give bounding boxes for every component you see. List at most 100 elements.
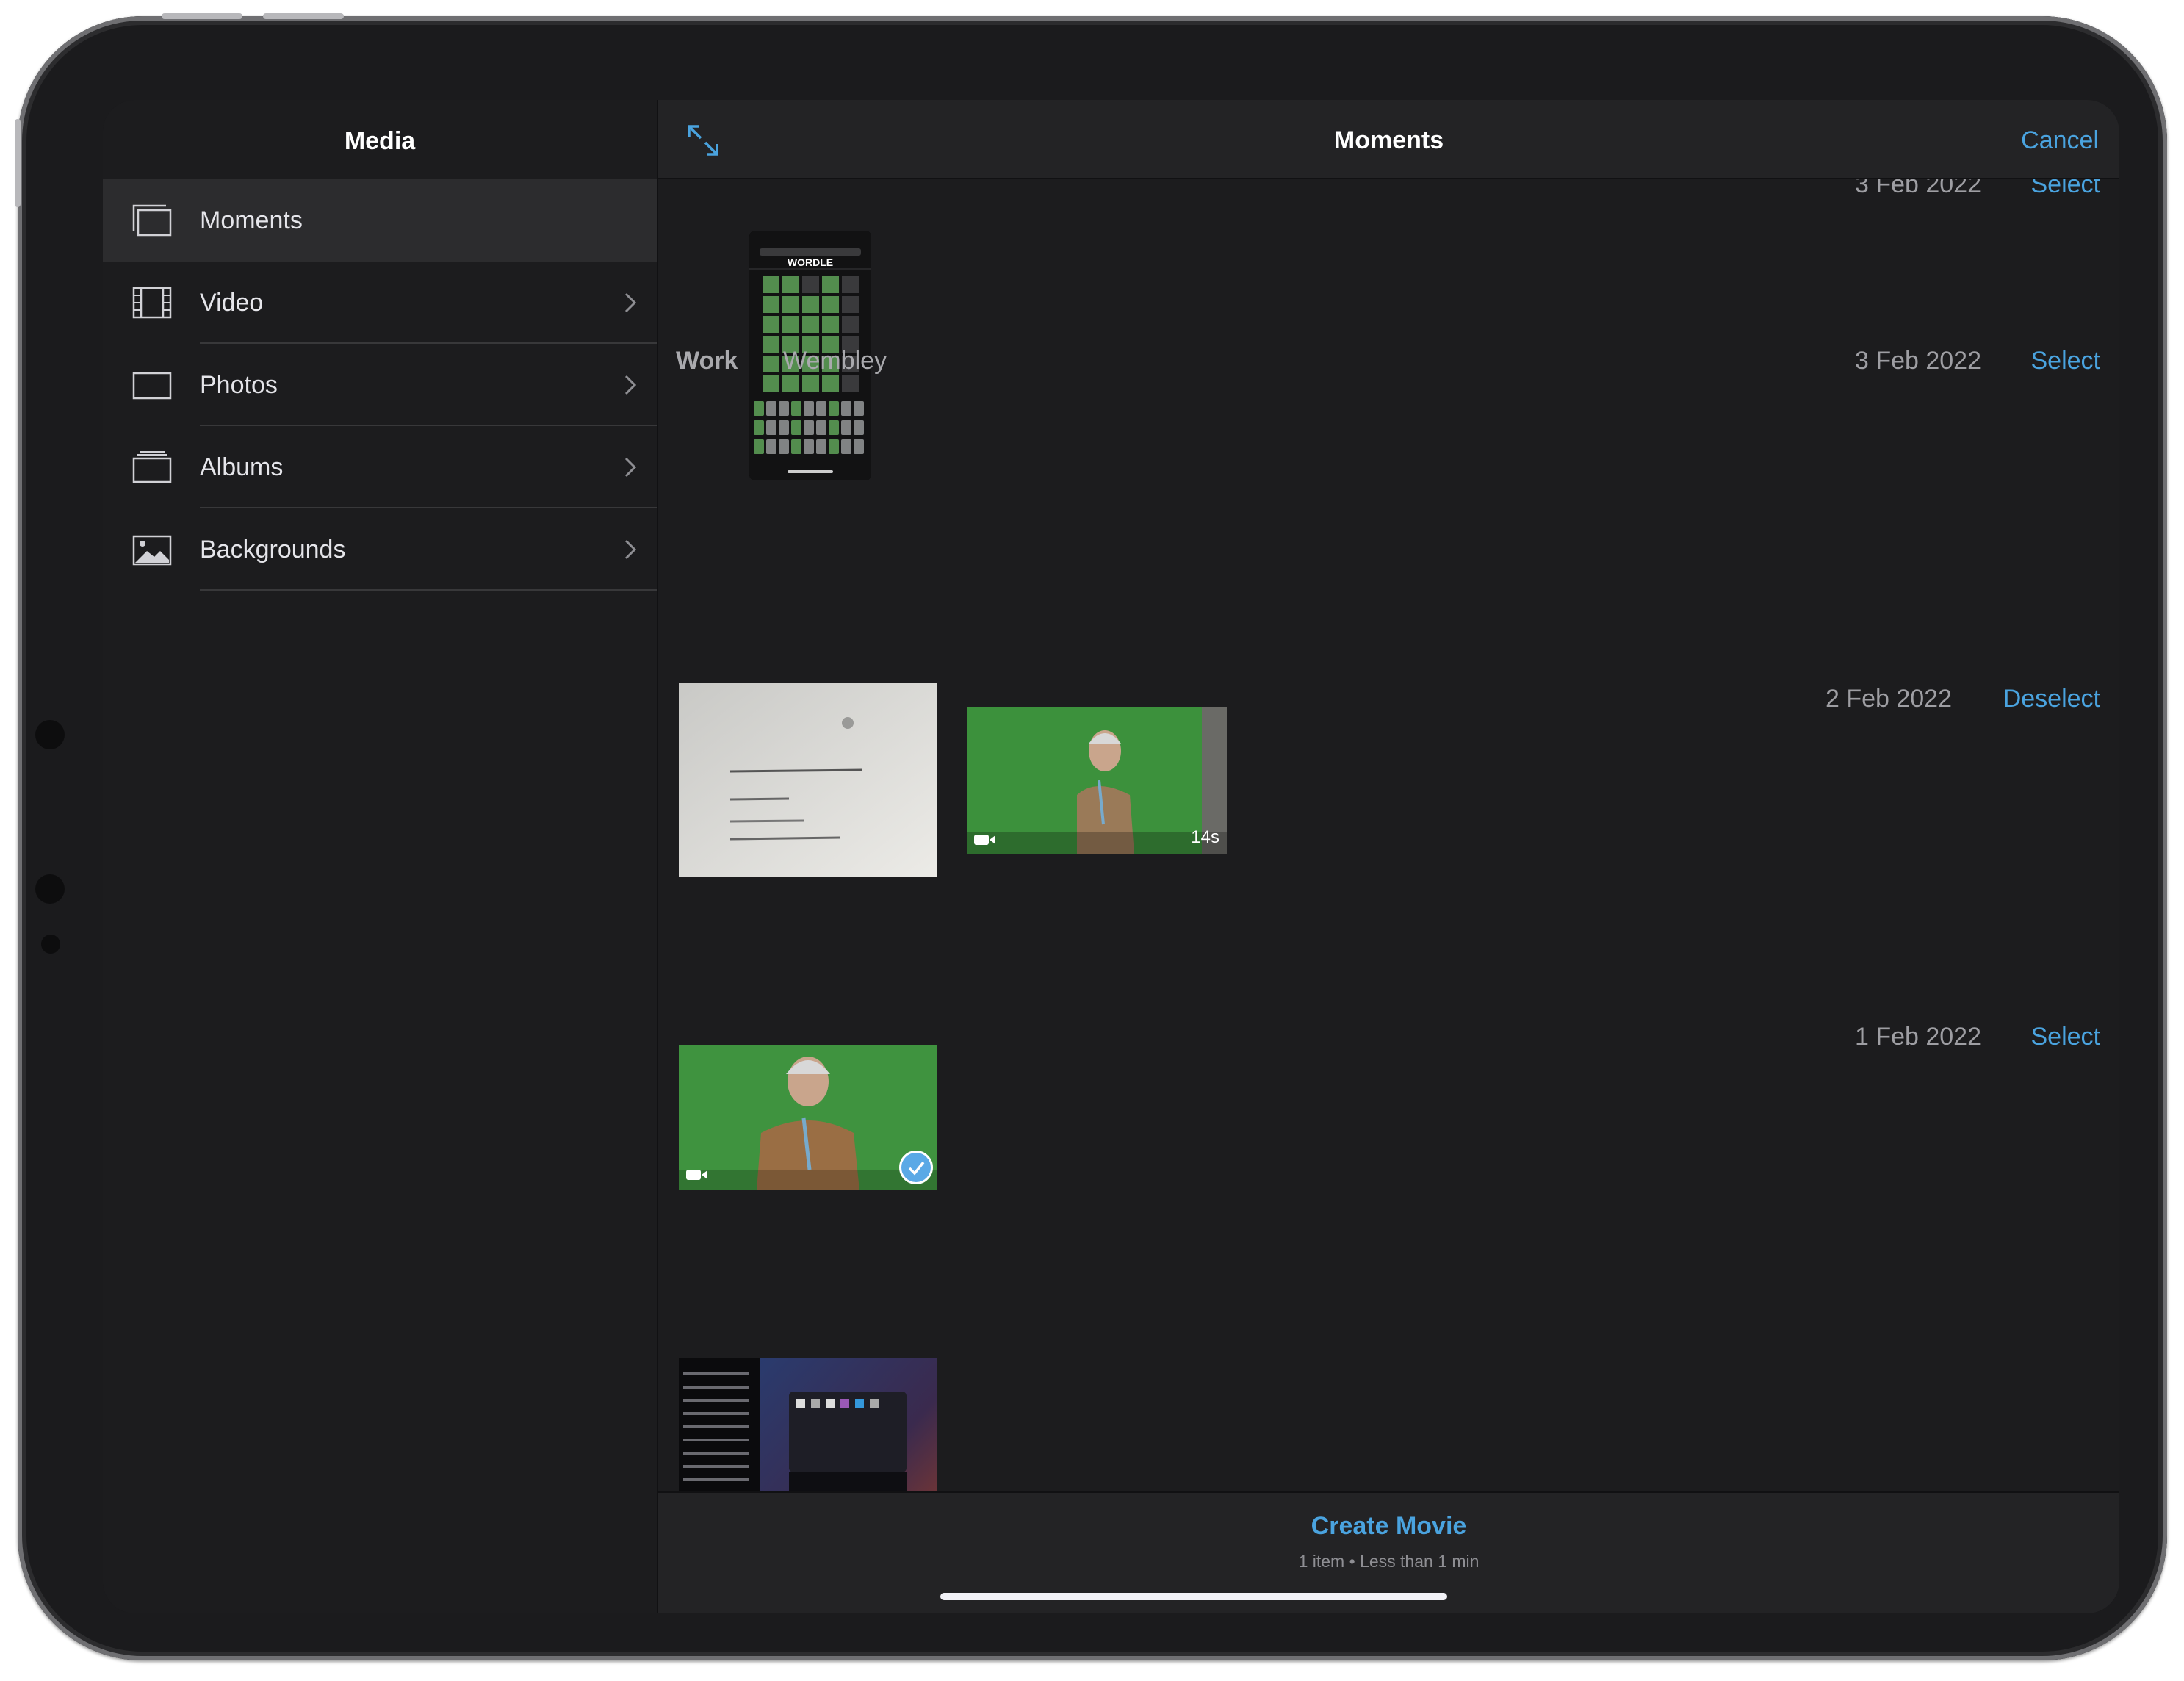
location-secondary: Wembley — [783, 347, 887, 375]
page-title: Moments — [1333, 126, 1444, 154]
wordle-key — [841, 439, 851, 454]
wordle-tile — [822, 296, 839, 313]
wordle-key — [841, 420, 851, 435]
chevron-right-icon — [624, 539, 637, 560]
list-line — [683, 1425, 749, 1428]
list-line — [683, 1399, 749, 1402]
wordle-key — [829, 401, 839, 416]
moments-panel: Moments Cancel 3 Feb 2022 Select WORDLE … — [658, 100, 2119, 1613]
wordle-key — [804, 401, 814, 416]
list-line — [683, 1478, 749, 1481]
wordle-tile — [842, 316, 859, 333]
deselect-button[interactable]: Deselect — [2003, 685, 2100, 713]
list-line — [683, 1452, 749, 1455]
sidebar-item-label: Backgrounds — [200, 536, 346, 564]
paper-photo-thumbnail[interactable] — [679, 683, 937, 877]
wordle-tile — [763, 336, 779, 353]
section-date: 2 Feb 2022 — [1825, 685, 1952, 713]
wordle-key — [854, 420, 864, 435]
wordle-tile — [782, 375, 799, 392]
sidebar-item-photos[interactable]: Photos — [103, 344, 657, 426]
ipad-screen: Media Moments Video Photos Albums Backgr… — [103, 100, 2119, 1613]
wordle-key — [816, 401, 826, 416]
select-button[interactable]: Select — [2031, 1023, 2101, 1051]
wordle-tile — [802, 375, 819, 392]
wordle-tile — [802, 316, 819, 333]
wordle-key — [754, 439, 764, 454]
wordle-key — [829, 420, 839, 435]
list-line — [683, 1439, 749, 1441]
select-button[interactable]: Select — [2031, 179, 2101, 199]
ipad-screenshot-thumbnail[interactable] — [679, 1358, 937, 1493]
create-movie-button[interactable]: Create Movie — [658, 1512, 2119, 1541]
sidebar-item-albums[interactable]: Albums — [103, 426, 657, 508]
section-date: 1 Feb 2022 — [1854, 1023, 1981, 1051]
video-thumbnail-selected[interactable] — [679, 1045, 937, 1190]
wordle-key — [766, 439, 776, 454]
photo-frame-icon — [132, 372, 172, 400]
home-indicator[interactable] — [940, 1593, 1447, 1600]
ipad-screenshot — [679, 1358, 937, 1493]
sidebar-item-video[interactable]: Video — [103, 262, 657, 344]
wordle-key — [816, 420, 826, 435]
wordle-key — [804, 439, 814, 454]
sidebar-item-label: Moments — [200, 206, 303, 234]
wordle-key — [766, 420, 776, 435]
film-icon — [132, 287, 172, 319]
media-sidebar: Media Moments Video Photos Albums Backgr… — [103, 100, 657, 1613]
section-date: 3 Feb 2022 — [1854, 347, 1981, 375]
wordle-key — [754, 420, 764, 435]
sidebar-item-label: Video — [200, 289, 264, 317]
wordle-key — [841, 401, 851, 416]
green-screen-person — [967, 707, 1227, 854]
magnet-dot — [35, 874, 65, 904]
ipad-frame: Media Moments Video Photos Albums Backgr… — [15, 13, 2167, 1660]
moments-icon — [132, 204, 172, 237]
wordle-tile — [782, 316, 799, 333]
chevron-right-icon — [624, 457, 637, 478]
wordle-key — [829, 439, 839, 454]
wordle-key — [791, 439, 801, 454]
video-duration: 14s — [1191, 827, 1219, 847]
selected-checkmark-icon — [899, 1151, 933, 1184]
list-line — [683, 1372, 749, 1375]
sidebar-item-backgrounds[interactable]: Backgrounds — [103, 508, 657, 591]
chevron-right-icon — [624, 292, 637, 313]
list-line — [683, 1412, 749, 1415]
sidebar-item-moments[interactable]: Moments — [103, 179, 657, 262]
wordle-tile — [763, 375, 779, 392]
wordle-tile — [802, 276, 819, 293]
image-icon — [132, 535, 172, 566]
wordle-key — [854, 401, 864, 416]
volume-up-button — [162, 13, 242, 19]
location-primary: Work — [676, 347, 738, 375]
wordle-tile — [822, 316, 839, 333]
list-line — [683, 1386, 749, 1389]
select-button[interactable]: Select — [2031, 347, 2101, 375]
cancel-button[interactable]: Cancel — [2021, 100, 2099, 181]
wordle-key — [816, 439, 826, 454]
wordle-tile — [842, 296, 859, 313]
wordle-tile — [842, 375, 859, 392]
albums-icon — [132, 451, 172, 483]
wordle-tile — [802, 296, 819, 313]
top-button — [15, 119, 21, 207]
wordle-key — [791, 401, 801, 416]
list-line — [683, 1465, 749, 1468]
wordle-key — [754, 401, 764, 416]
wordle-tile — [763, 276, 779, 293]
wordle-key — [779, 420, 789, 435]
wordle-key — [804, 420, 814, 435]
video-camera-icon — [974, 835, 995, 845]
wordle-tile — [782, 276, 799, 293]
magnet-dot — [41, 935, 60, 954]
wordle-tile — [782, 296, 799, 313]
sidebar-title: Media — [344, 127, 416, 155]
wordle-tile — [763, 296, 779, 313]
video-camera-icon — [686, 1170, 707, 1180]
separator — [200, 589, 657, 591]
video-thumbnail-green-screen[interactable]: 14s — [967, 707, 1227, 854]
moments-scroll-area[interactable]: 3 Feb 2022 Select WORDLE Work Wembley 3 … — [658, 179, 2119, 1493]
wordle-tile — [842, 276, 859, 293]
wordle-key — [779, 401, 789, 416]
